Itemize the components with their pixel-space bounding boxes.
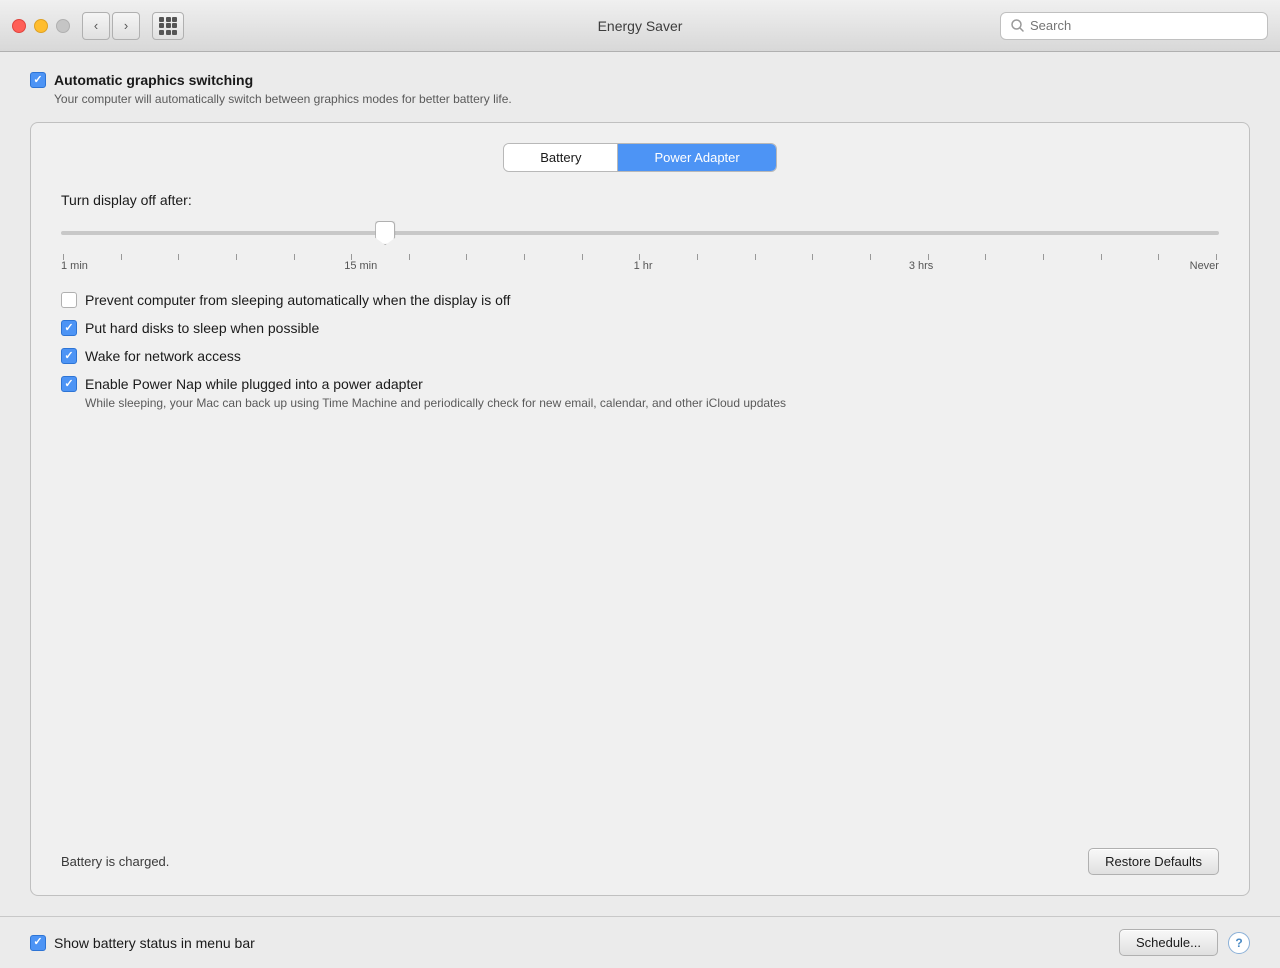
power-nap-row: ✓ Enable Power Nap while plugged into a … — [61, 376, 1219, 392]
display-off-slider-section: Turn display off after: — [61, 192, 1219, 272]
checkmark-icon: ✓ — [64, 379, 73, 390]
wake-network-checkbox[interactable]: ✓ — [61, 348, 77, 364]
tab-wrapper: Battery Power Adapter — [503, 143, 776, 172]
slider-labels-row: 1 min 15 min 1 hr 3 hrs Never — [61, 260, 1219, 272]
schedule-button[interactable]: Schedule... — [1119, 929, 1218, 956]
slider-track-container[interactable] — [61, 218, 1219, 248]
maximize-button[interactable] — [56, 19, 70, 33]
wake-network-row: ✓ Wake for network access — [61, 348, 1219, 364]
settings-panel: Battery Power Adapter Turn display off a… — [30, 122, 1250, 896]
checkmark-icon: ✓ — [64, 351, 73, 362]
checkmark-icon: ✓ — [33, 937, 42, 948]
auto-graphics-description: Your computer will automatically switch … — [54, 92, 1250, 106]
show-battery-row: ✓ Show battery status in menu bar — [30, 935, 255, 951]
auto-graphics-row: ✓ Automatic graphics switching — [30, 72, 1250, 88]
wake-network-label: Wake for network access — [85, 348, 241, 364]
show-battery-label: Show battery status in menu bar — [54, 935, 255, 951]
tab-segmented-control: Battery Power Adapter — [61, 143, 1219, 172]
panel-footer: Battery is charged. Restore Defaults — [61, 848, 1219, 875]
slider-thumb[interactable] — [375, 221, 395, 245]
slider-label-never: Never — [1190, 260, 1219, 272]
forward-button[interactable]: › — [112, 12, 140, 40]
bottom-bar: ✓ Show battery status in menu bar Schedu… — [0, 916, 1280, 968]
slider-track — [61, 231, 1219, 235]
show-battery-checkbox[interactable]: ✓ — [30, 935, 46, 951]
prevent-sleep-item: Prevent computer from sleeping automatic… — [61, 292, 1219, 308]
window-title: Energy Saver — [598, 18, 683, 34]
power-nap-label: Enable Power Nap while plugged into a po… — [85, 376, 423, 392]
hard-disks-label: Put hard disks to sleep when possible — [85, 320, 319, 336]
bottom-right-controls: Schedule... ? — [1119, 929, 1250, 956]
slider-label: Turn display off after: — [61, 192, 1219, 208]
slider-row — [61, 218, 1219, 248]
nav-buttons: ‹ › — [82, 12, 140, 40]
search-box[interactable] — [1000, 12, 1268, 40]
prevent-sleep-row: Prevent computer from sleeping automatic… — [61, 292, 1219, 308]
grid-view-button[interactable] — [152, 12, 184, 40]
search-icon — [1011, 19, 1024, 32]
hard-disks-checkbox[interactable]: ✓ — [61, 320, 77, 336]
options-checkboxes: Prevent computer from sleeping automatic… — [61, 292, 1219, 410]
minimize-button[interactable] — [34, 19, 48, 33]
battery-status: Battery is charged. — [61, 854, 169, 869]
hard-disks-item: ✓ Put hard disks to sleep when possible — [61, 320, 1219, 336]
wake-network-item: ✓ Wake for network access — [61, 348, 1219, 364]
prevent-sleep-label: Prevent computer from sleeping automatic… — [85, 292, 510, 308]
main-content: ✓ Automatic graphics switching Your comp… — [0, 52, 1280, 916]
checkmark-icon: ✓ — [64, 323, 73, 334]
slider-label-1min: 1 min — [61, 260, 88, 272]
restore-defaults-button[interactable]: Restore Defaults — [1088, 848, 1219, 875]
back-button[interactable]: ‹ — [82, 12, 110, 40]
hard-disks-row: ✓ Put hard disks to sleep when possible — [61, 320, 1219, 336]
auto-graphics-checkbox[interactable]: ✓ — [30, 72, 46, 88]
tab-battery[interactable]: Battery — [504, 144, 618, 171]
tab-power-adapter[interactable]: Power Adapter — [618, 144, 775, 171]
search-input[interactable] — [1030, 18, 1257, 33]
slider-label-3hrs: 3 hrs — [909, 260, 933, 272]
checkmark-icon: ✓ — [33, 75, 42, 86]
titlebar: ‹ › Energy Saver — [0, 0, 1280, 52]
auto-graphics-section: ✓ Automatic graphics switching Your comp… — [30, 72, 1250, 106]
slider-label-1hr: 1 hr — [634, 260, 653, 272]
traffic-lights — [12, 19, 70, 33]
help-button[interactable]: ? — [1228, 932, 1250, 954]
slider-label-15min: 15 min — [344, 260, 377, 272]
power-nap-checkbox[interactable]: ✓ — [61, 376, 77, 392]
grid-icon — [159, 17, 177, 35]
auto-graphics-label: Automatic graphics switching — [54, 72, 253, 88]
power-nap-item: ✓ Enable Power Nap while plugged into a … — [61, 376, 1219, 410]
power-nap-description: While sleeping, your Mac can back up usi… — [85, 396, 1219, 410]
prevent-sleep-checkbox[interactable] — [61, 292, 77, 308]
close-button[interactable] — [12, 19, 26, 33]
